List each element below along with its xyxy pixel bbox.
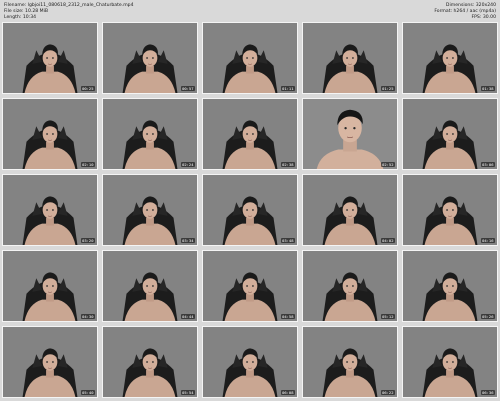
thumbnail-frame-image — [303, 251, 397, 321]
thumbnail-timestamp: 05:26 — [480, 314, 495, 319]
video-thumbnail[interactable]: 05:26 — [402, 250, 498, 322]
thumbnail-frame-image — [203, 175, 297, 245]
thumbnail-timestamp: 03:06 — [480, 162, 495, 167]
video-thumbnail[interactable]: 06:22 — [302, 326, 398, 398]
thumbnail-timestamp: 03:48 — [280, 238, 295, 243]
thumbnail-timestamp: 01:38 — [480, 86, 495, 91]
length-line: Length: 10:34 — [4, 15, 37, 21]
thumbnail-frame-image — [103, 327, 197, 397]
thumbnail-frame-image — [203, 327, 297, 397]
video-thumbnail[interactable]: 06:36 — [402, 326, 498, 398]
video-thumbnail[interactable]: 04:58 — [202, 250, 298, 322]
fps-line: FPS: 30.00 — [471, 15, 497, 21]
video-thumbnail[interactable]: 01:11 — [202, 22, 298, 94]
thumbnail-frame-image — [303, 99, 397, 169]
thumbnail-frame-image — [303, 23, 397, 93]
video-thumbnail[interactable]: 00:57 — [102, 22, 198, 94]
video-thumbnail[interactable]: 03:34 — [102, 174, 198, 246]
thumbnail-frame-image — [303, 327, 397, 397]
video-thumbnail[interactable]: 05:40 — [2, 326, 98, 398]
thumbnail-frame-image — [403, 175, 497, 245]
thumbnail-timestamp: 05:12 — [380, 314, 395, 319]
video-thumbnail[interactable]: 01:25 — [302, 22, 398, 94]
thumbnail-timestamp: 05:54 — [180, 390, 195, 395]
thumbnail-frame-image — [403, 23, 497, 93]
thumbnail-timestamp: 02:24 — [180, 162, 195, 167]
video-thumbnail[interactable]: 00:25 — [2, 22, 98, 94]
thumbnail-frame-image — [403, 327, 497, 397]
thumbnail-timestamp: 06:08 — [280, 390, 295, 395]
thumbnail-timestamp: 00:57 — [180, 86, 195, 91]
thumbnail-timestamp: 04:16 — [480, 238, 495, 243]
video-thumbnail[interactable]: 03:48 — [202, 174, 298, 246]
video-thumbnail[interactable]: 04:16 — [402, 174, 498, 246]
thumbnail-timestamp: 03:34 — [180, 238, 195, 243]
file-info-left: Filename: lgbjoi11_080618_2312_male_Chat… — [4, 3, 134, 22]
thumbnail-frame-image — [103, 175, 197, 245]
video-thumbnail[interactable]: 01:38 — [402, 22, 498, 94]
thumbnail-frame-image — [3, 23, 97, 93]
thumbnail-timestamp: 02:38 — [280, 162, 295, 167]
thumbnail-frame-image — [203, 23, 297, 93]
video-thumbnail[interactable]: 03:20 — [2, 174, 98, 246]
thumbnail-timestamp: 02:10 — [80, 162, 95, 167]
thumbnail-frame-image — [103, 251, 197, 321]
thumbnail-timestamp: 04:44 — [180, 314, 195, 319]
thumbnail-timestamp: 04:30 — [80, 314, 95, 319]
thumbnail-timestamp: 01:11 — [280, 86, 295, 91]
thumbnail-frame-image — [403, 251, 497, 321]
video-thumbnail[interactable]: 02:24 — [102, 98, 198, 170]
thumbnail-frame-image — [3, 175, 97, 245]
thumbnail-timestamp: 01:25 — [380, 86, 395, 91]
video-thumbnail[interactable]: 04:30 — [2, 250, 98, 322]
thumbnail-timestamp: 06:36 — [480, 390, 495, 395]
thumbnail-frame-image — [3, 251, 97, 321]
thumbnail-frame-image — [203, 251, 297, 321]
video-thumbnail[interactable]: 03:06 — [402, 98, 498, 170]
thumbnail-frame-image — [3, 327, 97, 397]
video-thumbnail[interactable]: 02:38 — [202, 98, 298, 170]
thumbnail-timestamp: 04:58 — [280, 314, 295, 319]
video-thumbnail[interactable]: 06:08 — [202, 326, 298, 398]
video-thumbnail[interactable]: 02:10 — [2, 98, 98, 170]
thumbnail-frame-image — [203, 99, 297, 169]
thumbnail-frame-image — [103, 99, 197, 169]
thumbnail-frame-image — [403, 99, 497, 169]
thumbnail-timestamp: 06:22 — [380, 390, 395, 395]
thumbnail-timestamp: 04:02 — [380, 238, 395, 243]
video-thumbnail[interactable]: 02:52 — [302, 98, 398, 170]
thumbnail-timestamp: 00:25 — [80, 86, 95, 91]
thumbnail-timestamp: 02:52 — [380, 162, 395, 167]
thumbnail-timestamp: 03:20 — [80, 238, 95, 243]
file-info-right: Dimensions: 320x240 Format: h264 / aac (… — [434, 3, 496, 22]
video-thumbnail[interactable]: 04:44 — [102, 250, 198, 322]
thumbnail-frame-image — [103, 23, 197, 93]
video-thumbnail[interactable]: 04:02 — [302, 174, 398, 246]
video-thumbnail[interactable]: 05:54 — [102, 326, 198, 398]
thumbnail-frame-image — [3, 99, 97, 169]
thumbnail-grid: 00:25 00:57 01:11 01:25 01:38 02:10 02:2… — [2, 22, 498, 398]
thumbnail-frame-image — [303, 175, 397, 245]
thumbnail-timestamp: 05:40 — [80, 390, 95, 395]
video-thumbnail[interactable]: 05:12 — [302, 250, 398, 322]
